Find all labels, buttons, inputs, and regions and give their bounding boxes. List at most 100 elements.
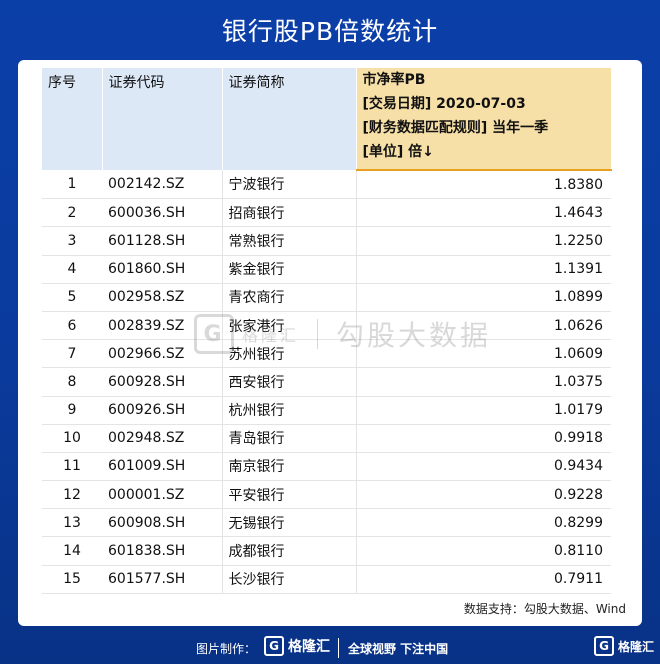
table-row: 15 601577.SH 长沙银行 0.7911: [42, 565, 611, 594]
table-card: 序号 证券代码 证券简称 市净率PB [交易日期] 2020-07-03 [财务…: [18, 60, 642, 626]
pb-table: 序号 证券代码 证券简称 市净率PB [交易日期] 2020-07-03 [财务…: [42, 68, 612, 594]
row-value: 1.0375: [355, 367, 611, 397]
row-name: 长沙银行: [221, 565, 356, 594]
row-value: 1.4643: [355, 198, 611, 228]
header-name: 证券简称: [222, 68, 357, 170]
table-row: 2 600036.SH 招商银行 1.4643: [42, 198, 611, 228]
row-index: 4: [42, 255, 102, 284]
row-value: 1.0626: [355, 311, 611, 341]
table-row: 4 601860.SH 紫金银行 1.1391: [42, 255, 611, 284]
row-index: 13: [42, 508, 102, 538]
row-code: 601860.SH: [102, 255, 222, 284]
row-code: 002966.SZ: [102, 339, 222, 369]
table-row: 12 000001.SZ 平安银行 0.9228: [42, 480, 611, 510]
row-code: 600908.SH: [102, 508, 222, 538]
footer-right-logo: G 格隆汇: [594, 636, 654, 656]
row-index: 12: [42, 480, 102, 510]
row-value: 1.2250: [355, 226, 611, 256]
table-row: 8 600928.SH 西安银行 1.0375: [42, 367, 611, 397]
row-code: 601128.SH: [102, 226, 222, 256]
table-header-row: 序号 证券代码 证券简称 市净率PB [交易日期] 2020-07-03 [财务…: [42, 68, 612, 171]
data-source: 数据支持：勾股大数据、Wind: [463, 602, 626, 616]
row-value: 1.8380: [355, 170, 611, 200]
table-row: 11 601009.SH 南京银行 0.9434: [42, 452, 611, 482]
row-name: 青农商行: [221, 283, 356, 312]
row-name: 宁波银行: [221, 170, 356, 200]
row-code: 002142.SZ: [102, 170, 222, 200]
footer-logo: G 格隆汇: [264, 636, 330, 656]
header-metric-line: 市净率PB: [362, 72, 426, 88]
row-index: 5: [42, 283, 102, 312]
table-row: 7 002966.SZ 苏州银行 1.0609: [42, 339, 611, 369]
row-value: 0.9434: [355, 452, 611, 482]
row-code: 002839.SZ: [102, 311, 222, 341]
table-row: 3 601128.SH 常熟银行 1.2250: [42, 226, 611, 256]
footer-divider: [338, 638, 339, 658]
row-index: 3: [42, 226, 102, 256]
row-value: 0.7911: [355, 565, 611, 594]
row-index: 7: [42, 339, 102, 369]
row-index: 10: [42, 424, 102, 453]
table-row: 13 600908.SH 无锡银行 0.8299: [42, 508, 611, 538]
row-value: 0.9918: [355, 424, 611, 453]
table-row: 6 002839.SZ 张家港行 1.0626: [42, 311, 611, 341]
row-name: 南京银行: [221, 452, 356, 482]
g-logo-icon: G: [264, 636, 284, 656]
row-code: 601577.SH: [102, 565, 222, 594]
row-code: 002958.SZ: [102, 283, 222, 312]
row-value: 0.8110: [355, 536, 611, 566]
row-code: 002948.SZ: [102, 424, 222, 453]
row-index: 11: [42, 452, 102, 482]
row-name: 青岛银行: [221, 424, 356, 453]
row-index: 1: [42, 170, 102, 200]
row-name: 苏州银行: [221, 339, 356, 369]
table-row: 1 002142.SZ 宁波银行 1.8380: [42, 170, 611, 200]
header-index: 序号: [42, 68, 103, 170]
footer-slogan: 全球视野 下注中国: [348, 642, 449, 656]
row-value: 0.9228: [355, 480, 611, 510]
row-name: 西安银行: [221, 367, 356, 397]
header-code: 证券代码: [102, 68, 223, 170]
row-value: 1.0609: [355, 339, 611, 369]
header-metric: 市净率PB [交易日期] 2020-07-03 [财务数据匹配规则] 当年一季 …: [356, 68, 612, 171]
table-body: 1 002142.SZ 宁波银行 1.8380 2 600036.SH 招商银行 1.4643…: [42, 170, 611, 594]
row-code: 600928.SH: [102, 367, 222, 397]
table-row: 10 002948.SZ 青岛银行 0.9918: [42, 424, 611, 453]
table-row: 5 002958.SZ 青农商行 1.0899: [42, 283, 611, 312]
row-index: 8: [42, 367, 102, 397]
row-name: 紫金银行: [221, 255, 356, 284]
row-value: 1.0899: [355, 283, 611, 312]
row-name: 常熟银行: [221, 226, 356, 256]
row-value: 1.0179: [355, 396, 611, 425]
footer-made-by: 图片制作：: [196, 642, 257, 656]
row-code: 600926.SH: [102, 396, 222, 425]
row-code: 601009.SH: [102, 452, 222, 482]
table-row: 9 600926.SH 杭州银行 1.0179: [42, 396, 611, 425]
row-index: 14: [42, 536, 102, 566]
row-index: 2: [42, 198, 102, 228]
row-code: 601838.SH: [102, 536, 222, 566]
row-name: 成都银行: [221, 536, 356, 566]
row-code: 000001.SZ: [102, 480, 222, 510]
row-name: 无锡银行: [221, 508, 356, 538]
row-name: 平安银行: [221, 480, 356, 510]
footer-right-brand: 格隆汇: [618, 639, 655, 654]
header-metric-line: [财务数据匹配规则] 当年一季: [362, 120, 549, 136]
footer: 图片制作： G 格隆汇 全球视野 下注中国 G 格隆汇: [0, 634, 660, 664]
row-index: 9: [42, 396, 102, 425]
header-metric-line: [交易日期] 2020-07-03: [362, 96, 526, 112]
row-index: 15: [42, 565, 102, 594]
row-name: 杭州银行: [221, 396, 356, 425]
row-value: 0.8299: [355, 508, 611, 538]
table-row: 14 601838.SH 成都银行 0.8110: [42, 536, 611, 566]
row-name: 张家港行: [221, 311, 356, 341]
footer-brand: 格隆汇: [288, 639, 330, 655]
row-code: 600036.SH: [102, 198, 222, 228]
row-value: 1.1391: [355, 255, 611, 284]
header-metric-line: [单位] 倍↓: [362, 144, 434, 160]
row-name: 招商银行: [221, 198, 356, 228]
g-logo-icon: G: [594, 636, 614, 656]
row-index: 6: [42, 311, 102, 341]
page-title: 银行股PB倍数统计: [221, 17, 439, 46]
table-wrapper: 序号 证券代码 证券简称 市净率PB [交易日期] 2020-07-03 [财务…: [42, 68, 612, 594]
